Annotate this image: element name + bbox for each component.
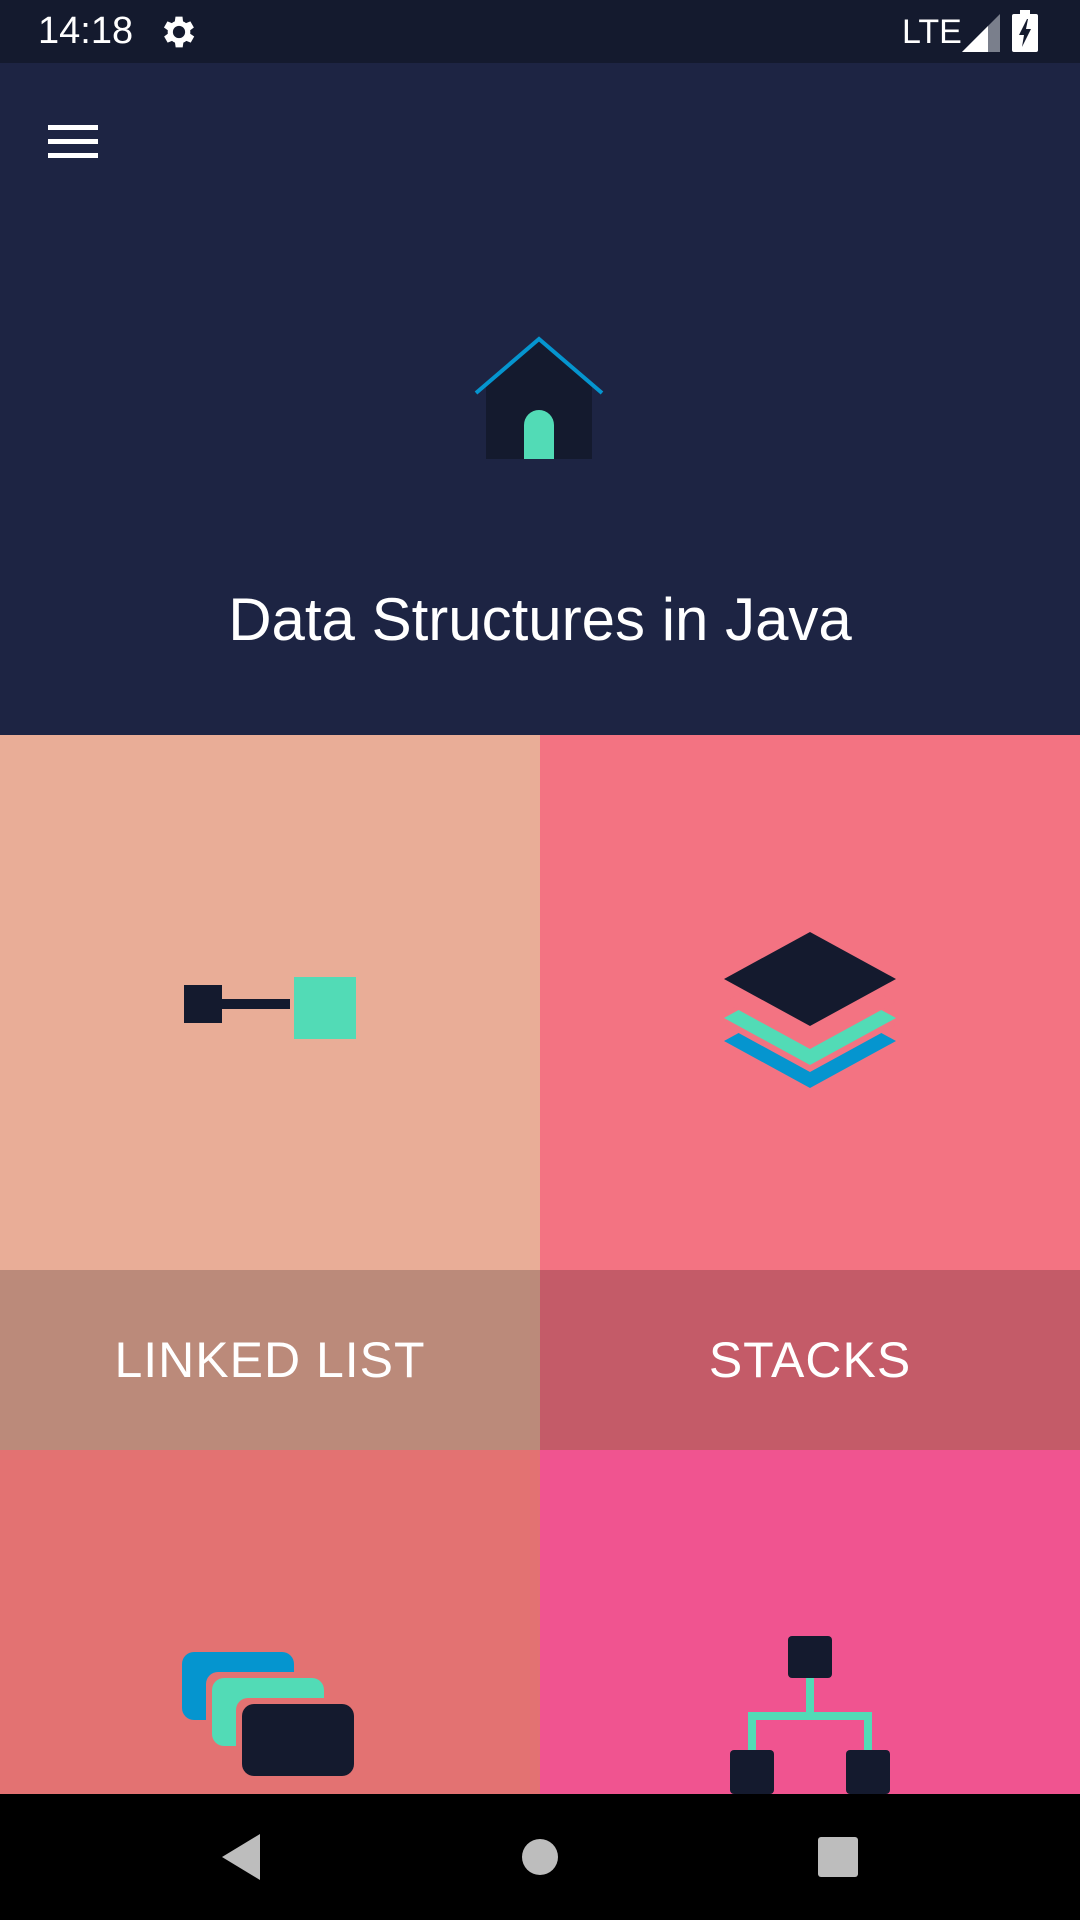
back-icon[interactable] <box>206 1822 276 1892</box>
hamburger-menu-icon[interactable] <box>40 111 106 171</box>
tree-icon <box>730 1636 890 1794</box>
tile-linked-list[interactable]: LINKED LIST <box>0 735 540 1450</box>
signal-icon <box>962 14 1000 52</box>
recents-icon[interactable] <box>803 1822 873 1892</box>
tile-label: LINKED LIST <box>114 1332 426 1388</box>
tile-trees[interactable] <box>540 1450 1080 1794</box>
home-circle-icon[interactable] <box>505 1822 575 1892</box>
app-screen: 14:18 LTE Data Structures in Java LINKED… <box>0 0 1080 1920</box>
tile-label-band: STACKS <box>540 1270 1080 1450</box>
app-header: Data Structures in Java <box>0 63 1080 735</box>
tile-queues[interactable] <box>0 1450 540 1794</box>
tile-label-band: LINKED LIST <box>0 1270 540 1450</box>
tile-stacks[interactable]: STACKS <box>540 735 1080 1450</box>
home-icon <box>474 336 604 459</box>
status-bar: 14:18 LTE <box>0 0 1080 63</box>
stack-layers-icon <box>724 932 896 1088</box>
status-time: 14:18 <box>38 10 134 52</box>
battery-charging-icon <box>1012 10 1038 52</box>
network-type: LTE <box>902 13 962 51</box>
page-title: Data Structures in Java <box>228 586 852 653</box>
gear-icon <box>163 16 195 48</box>
navigation-bar <box>0 1794 1080 1920</box>
tile-label: STACKS <box>708 1332 912 1388</box>
linked-list-icon <box>184 977 356 1039</box>
queue-cards-icon <box>182 1652 354 1776</box>
